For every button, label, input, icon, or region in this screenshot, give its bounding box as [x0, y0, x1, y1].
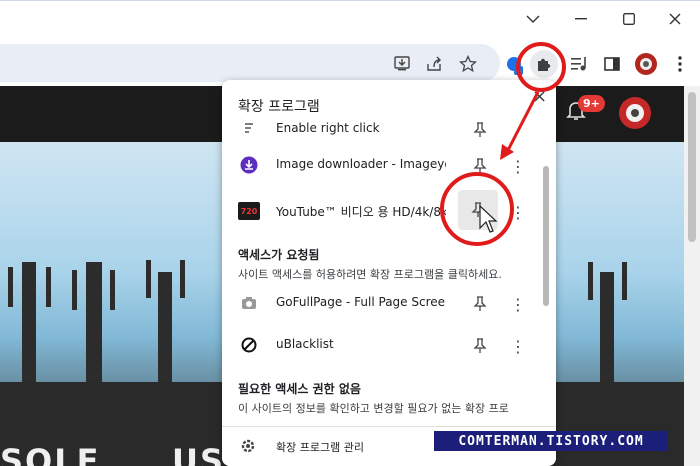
- minimize-icon[interactable]: [566, 7, 596, 31]
- access-requested-description: 사이트 액세스를 허용하려면 확장 프로그램을 클릭하세요.: [238, 268, 502, 281]
- 720-icon-label: 720: [240, 206, 258, 216]
- cursor-icon: [240, 120, 258, 138]
- camera-icon: [240, 294, 258, 312]
- manage-extensions-label: 확장 프로그램 관리: [276, 441, 364, 454]
- browser-menu-icon[interactable]: [666, 50, 694, 78]
- no-access-description: 이 사이트의 정보를 확인하고 변경할 필요가 없는 확장 프로: [238, 402, 509, 415]
- site-avatar[interactable]: [618, 96, 652, 134]
- hero-text-left: SOLE: [0, 442, 101, 466]
- extension-name: uBlacklist: [276, 337, 334, 351]
- side-panel-icon[interactable]: [598, 50, 626, 78]
- tab-search-chevron-icon[interactable]: [518, 7, 548, 31]
- profile-avatar[interactable]: [632, 50, 660, 78]
- extension-row-ublacklist[interactable]: uBlacklist ⋮: [222, 326, 556, 366]
- maximize-icon[interactable]: [614, 7, 644, 31]
- more-options-icon[interactable]: ⋮: [508, 334, 528, 358]
- more-options-icon[interactable]: ⋮: [508, 292, 528, 316]
- bookmark-star-icon[interactable]: [454, 50, 482, 78]
- notification-count-badge: 9+: [578, 95, 605, 112]
- browser-toolbar: 4: [0, 38, 700, 86]
- extension-name: Image downloader - Imageye: [276, 157, 446, 171]
- extension-row-gofullpage[interactable]: GoFullPage - Full Page Screen Ca... ⋮: [222, 284, 556, 324]
- title-bar: [0, 0, 700, 38]
- media-control-icon[interactable]: [566, 50, 594, 78]
- access-requested-heading: 액세스가 요청됨: [238, 248, 320, 262]
- download-circle-icon: [240, 156, 258, 174]
- page-scrollbar-thumb[interactable]: [688, 92, 696, 242]
- extension-name: Enable right click: [276, 121, 380, 135]
- close-window-icon[interactable]: [660, 7, 690, 31]
- install-icon[interactable]: [388, 50, 416, 78]
- extension-name: YouTube™ 비디오 용 HD/4k/8k...: [276, 205, 446, 219]
- annotation-circle-puzzle: [516, 42, 566, 92]
- share-icon[interactable]: [420, 50, 448, 78]
- pin-icon[interactable]: [468, 292, 492, 316]
- no-access-heading: 필요한 액세스 권한 없음: [238, 382, 361, 396]
- page-scrollbar[interactable]: [684, 86, 700, 466]
- annotation-arrow: [500, 91, 540, 160]
- annotation-circle-pin: [440, 172, 514, 246]
- 720-icon: 720: [238, 202, 260, 220]
- extension-name: GoFullPage - Full Page Screen Ca...: [276, 295, 446, 309]
- block-icon: [240, 336, 258, 354]
- gear-icon: [240, 438, 256, 458]
- mouse-cursor-icon: [479, 204, 498, 233]
- pin-icon[interactable]: [468, 118, 492, 142]
- pin-icon[interactable]: [468, 334, 492, 358]
- popup-scrollbar-thumb[interactable]: [543, 166, 549, 306]
- watermark: COMTERMAN.TISTORY.COM: [434, 431, 668, 451]
